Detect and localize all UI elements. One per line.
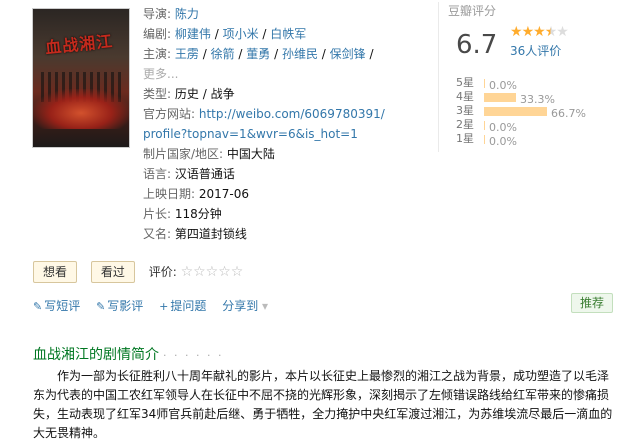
cast-link-1[interactable]: 王雳 — [175, 47, 199, 61]
cast-link-4[interactable]: 孙维民 — [282, 47, 318, 61]
write-short-review-label: 写短评 — [44, 299, 81, 313]
summary-title: 血战湘江的剧情简介 · · · · · · — [33, 344, 223, 364]
cast-link-5[interactable]: 保剑锋 — [330, 47, 366, 61]
rating-header: 豆瓣评分 — [448, 4, 497, 18]
rating-bar-row: 3星 66.7% — [456, 104, 636, 120]
star-empty-icon: ★ — [556, 24, 569, 40]
site-label: 官方网站: — [143, 107, 196, 121]
genre-2: 战争 — [210, 87, 235, 101]
writer-link-2[interactable]: 项小米 — [223, 27, 259, 41]
douban-rating-panel: 豆瓣评分 6.7 ★★★★★ 36人评价 5星 0.0% 4星 33.3% 3星 66.7… — [438, 0, 638, 152]
rating-bar-row: 2星 0.0% — [456, 118, 636, 134]
pencil-icon: ✎ — [96, 300, 106, 313]
star-icon: ★ — [533, 24, 546, 40]
rating-divider — [438, 2, 439, 152]
genre-row: 类型: 历史 / 战争 — [143, 87, 235, 101]
ops-bar: ✎ 写短评 ✎ 写影评 + 提问题 分享到 ▾ 推荐 — [33, 293, 613, 316]
aka-row: 又名: 第四道封锁线 — [143, 224, 388, 244]
write-review-label: 写影评 — [107, 299, 144, 313]
share-link[interactable]: 分享到 ▾ — [222, 299, 268, 313]
runtime-row: 片长: 118分钟 — [143, 204, 388, 224]
aka-label: 又名: — [143, 227, 172, 241]
my-rating: 评价: ☆☆☆☆☆ — [149, 261, 244, 283]
cast-link-3[interactable]: 董勇 — [246, 47, 270, 61]
rating-bar-track: 0.0% — [484, 79, 517, 92]
country-row: 制片国家/地区: 中国大陆 — [143, 144, 388, 164]
rating-bar-track: 66.7% — [484, 107, 586, 120]
genre-label: 类型: — [143, 87, 172, 101]
user-actions: 想看 看过 评价: ☆☆☆☆☆ — [33, 261, 243, 285]
ask-question-label: 提问题 — [170, 299, 207, 313]
rating-bar-label: 2星 — [456, 118, 474, 131]
director-label: 导演: — [143, 7, 172, 21]
star-icon: ★ — [510, 24, 523, 40]
rating-bar-fill — [484, 93, 516, 102]
star-icon: ★ — [521, 24, 535, 40]
rating-bar-label: 3星 — [456, 104, 474, 117]
rating-score: 6.7 — [456, 30, 498, 60]
rating-bar-fill — [484, 79, 485, 88]
movie-poster[interactable]: 血战湘江 — [32, 8, 130, 148]
director-row: 导演: 陈力 — [143, 4, 388, 24]
release-value: 2017-06 — [198, 187, 250, 201]
writer-link-1[interactable]: 柳建伟 — [175, 27, 211, 41]
poster-fire-art — [33, 89, 129, 129]
cast-more-link[interactable]: 更多... — [143, 67, 178, 81]
rating-count-link[interactable]: 36人评价 — [510, 42, 561, 59]
rating-bar-row: 4星 33.3% — [456, 90, 636, 106]
language-value: 汉语普通话 — [174, 167, 235, 181]
runtime-value: 118分钟 — [174, 207, 222, 221]
rating-distribution: 5星 0.0% 4星 33.3% 3星 66.7% 2星 0.0% 1星 0.0% — [456, 76, 636, 148]
ask-question-link[interactable]: + 提问题 — [159, 299, 206, 313]
language-label: 语言: — [143, 167, 172, 181]
watched-button[interactable]: 看过 — [90, 261, 135, 283]
release-label: 上映日期: — [143, 187, 196, 201]
summary-text: 作为一部为长征胜利八十周年献礼的影片，本片以长征史上最惨烈的湘江之战为背景，成功… — [33, 369, 613, 440]
chevron-down-icon: ▾ — [262, 299, 269, 313]
rating-bar-track: 0.0% — [484, 121, 517, 134]
plus-icon: + — [159, 300, 169, 313]
pencil-icon: ✎ — [33, 300, 43, 313]
rating-bar-track: 33.3% — [484, 93, 555, 106]
star-half-icon: ★ — [544, 24, 558, 40]
rating-stars-icon: ★★★★★ — [510, 24, 569, 40]
writer-label: 编剧: — [143, 27, 172, 41]
rating-bar-fill — [484, 107, 547, 116]
want-to-watch-button[interactable]: 想看 — [33, 261, 78, 283]
cast-row: 主演: 王雳 / 徐箭 / 董勇 / 孙维民 / 保剑锋 / 更多... — [143, 47, 374, 81]
my-rating-label: 评价: — [148, 265, 177, 279]
movie-info: 导演: 陈力 编剧: 柳建伟 / 项小米 / 白帙军 主演: 王雳 / 徐箭 /… — [143, 4, 388, 244]
cast-link-2[interactable]: 徐箭 — [211, 47, 235, 61]
writer-row: 编剧: 柳建伟 / 项小米 / 白帙军 — [143, 27, 307, 41]
director-link[interactable]: 陈力 — [175, 7, 199, 21]
rating-bar-row: 5星 0.0% — [456, 76, 636, 92]
country-value: 中国大陆 — [226, 147, 275, 161]
share-label: 分享到 — [222, 299, 259, 313]
summary-title-text: 血战湘江的剧情简介 — [33, 347, 159, 363]
writer-link-3[interactable]: 白帙军 — [270, 27, 306, 41]
write-review-link[interactable]: ✎ 写影评 — [96, 299, 143, 313]
country-label: 制片国家/地区: — [143, 147, 224, 161]
site-row: 官方网站: http://weibo.com/6069780391/profil… — [143, 104, 388, 144]
rating-bar-fill — [484, 121, 485, 130]
rating-bar-label: 1星 — [456, 132, 474, 145]
poster-title-art: 血战湘江 — [44, 31, 114, 58]
cast-label: 主演: — [143, 47, 172, 61]
rating-bar-label: 4星 — [456, 90, 474, 103]
write-short-review-link[interactable]: ✎ 写短评 — [33, 299, 80, 313]
recommend-button[interactable]: 推荐 — [570, 293, 613, 313]
summary-title-dots: · · · · · · — [163, 349, 224, 362]
rating-bar-label: 5星 — [456, 76, 474, 89]
release-row: 上映日期: 2017-06 — [143, 184, 388, 204]
rating-bar-percent: 0.0% — [489, 135, 517, 148]
rating-bar-row: 1星 0.0% — [456, 132, 636, 148]
rating-bar-track: 0.0% — [484, 135, 517, 148]
my-rating-stars[interactable]: ☆☆☆☆☆ — [181, 264, 244, 280]
runtime-label: 片长: — [143, 207, 172, 221]
aka-value: 第四道封锁线 — [174, 227, 247, 241]
language-row: 语言: 汉语普通话 — [143, 164, 388, 184]
genre-1: 历史 — [174, 87, 199, 101]
rating-bar-fill — [484, 135, 485, 144]
